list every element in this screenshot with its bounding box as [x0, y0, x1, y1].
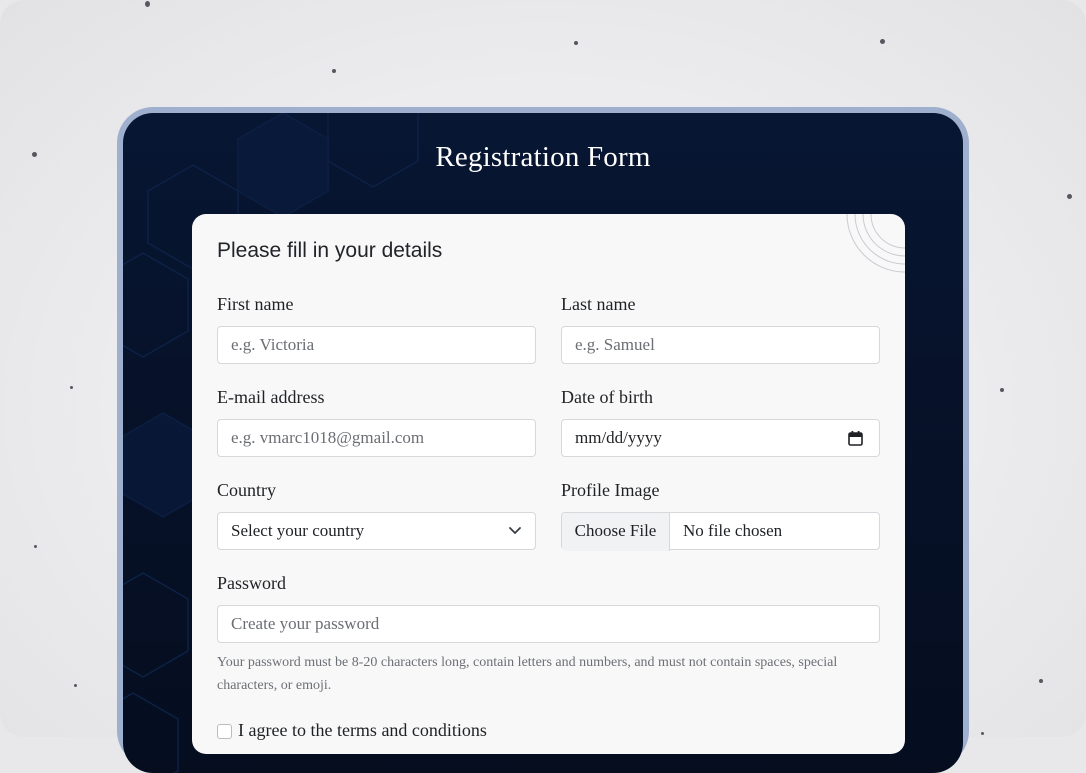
terms-label[interactable]: I agree to the terms and conditions [238, 720, 487, 741]
calendar-icon[interactable] [848, 431, 863, 446]
profile-image-label: Profile Image [561, 480, 660, 500]
file-status-text: No file chosen [683, 521, 783, 540]
registration-card: Please fill in your details First name e… [192, 214, 905, 754]
backdrop-speck [880, 39, 885, 44]
password-label: Password [217, 573, 287, 593]
backdrop-speck [70, 386, 73, 389]
backdrop-speck [32, 152, 37, 157]
dob-input[interactable]: mm/dd/yyyy [561, 419, 880, 457]
backdrop-speck [574, 41, 578, 45]
backdrop-speck [332, 69, 336, 73]
email-label: E-mail address [217, 387, 325, 407]
backdrop-speck [1000, 388, 1004, 392]
backdrop-speck [34, 545, 37, 548]
password-input[interactable]: Create your password [217, 605, 880, 643]
dob-label: Date of birth [561, 387, 653, 407]
last-name-input[interactable]: e.g. Samuel [561, 326, 880, 364]
choose-file-button[interactable]: Choose File [562, 513, 670, 551]
country-label: Country [217, 480, 277, 500]
backdrop-speck [145, 1, 150, 7]
profile-image-input[interactable]: Choose File No file chosen [561, 512, 880, 551]
email-input[interactable]: e.g. vmarc1018@gmail.com [217, 419, 536, 457]
country-select[interactable]: Select your country [217, 512, 536, 550]
decorative-arcs [846, 214, 905, 273]
backdrop-speck [74, 684, 77, 687]
password-hint: Your password must be 8-20 characters lo… [217, 655, 838, 693]
backdrop-speck [1039, 679, 1043, 683]
backdrop-speck [981, 732, 984, 735]
first-name-label: First name [217, 294, 294, 314]
backdrop-speck [1067, 194, 1072, 199]
last-name-label: Last name [561, 294, 636, 314]
chevron-down-icon [509, 527, 521, 534]
form-title: Registration Form [435, 141, 651, 173]
country-selected-value: Select your country [231, 521, 365, 540]
card-heading: Please fill in your details [217, 239, 443, 262]
dob-value: mm/dd/yyyy [575, 428, 662, 447]
first-name-input[interactable]: e.g. Victoria [217, 326, 536, 364]
